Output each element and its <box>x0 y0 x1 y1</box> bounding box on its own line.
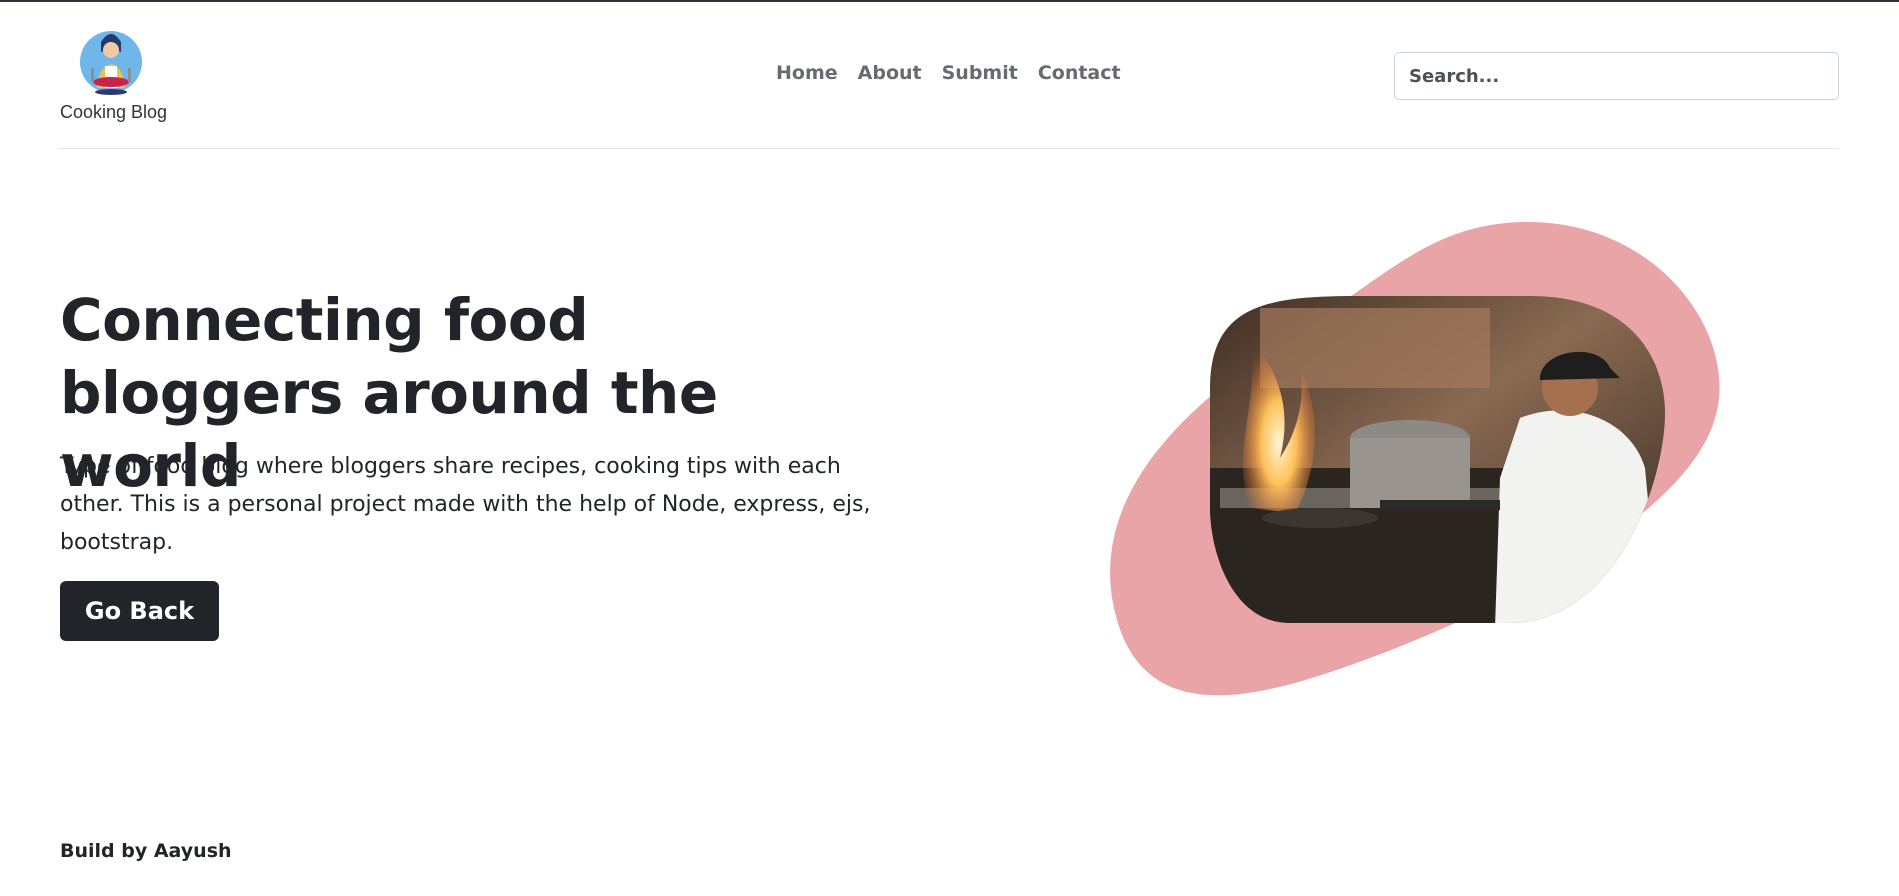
brand-link[interactable]: Cooking Blog <box>60 22 168 123</box>
chef-woman-icon <box>80 31 142 95</box>
hero-blob-graphic <box>1110 221 1720 696</box>
hero-description: Type of food blog where bloggers share r… <box>60 454 871 555</box>
search-input[interactable] <box>1394 52 1839 100</box>
hero-illustration <box>1100 218 1730 718</box>
nav-home[interactable]: Home <box>776 62 838 84</box>
chef-flambe-photo <box>1210 296 1665 623</box>
main-nav: Home About Submit Contact <box>776 62 1121 84</box>
site-header: Cooking Blog Home About Submit Contact <box>60 2 1839 149</box>
go-back-button[interactable]: Go Back <box>60 581 219 641</box>
nav-contact[interactable]: Contact <box>1038 62 1121 84</box>
brand-name: Cooking Blog <box>60 102 168 122</box>
nav-about[interactable]: About <box>858 62 922 84</box>
nav-submit[interactable]: Submit <box>942 62 1018 84</box>
footer-credit: Build by Aayush <box>60 840 232 862</box>
